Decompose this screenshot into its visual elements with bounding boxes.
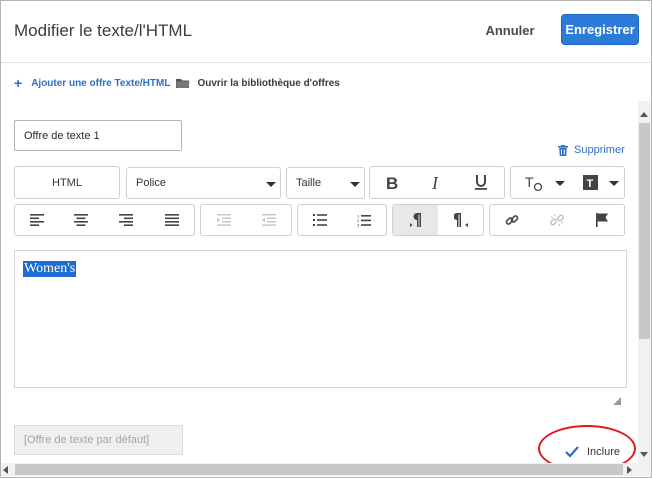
underline-button[interactable] [458, 167, 504, 198]
direction-group [392, 204, 484, 236]
save-button[interactable]: Enregistrer [561, 14, 639, 45]
outdent-icon [261, 214, 276, 226]
bold-icon: B [386, 175, 398, 191]
background-color-button[interactable]: T [573, 167, 625, 198]
scroll-down-icon[interactable] [640, 452, 648, 457]
link-icon [505, 215, 519, 225]
html-mode-button[interactable]: HTML [14, 166, 120, 199]
text-color-icon: T [525, 174, 543, 192]
align-justify-icon [164, 214, 179, 226]
html-mode-label: HTML [52, 176, 82, 189]
bold-button[interactable]: B [370, 167, 414, 198]
background-color-icon: T [583, 175, 598, 190]
align-right-icon [119, 214, 133, 226]
bullet-list-button[interactable] [298, 205, 342, 235]
chevron-down-icon [266, 182, 276, 187]
color-group: T T [510, 166, 625, 199]
svg-text:T: T [525, 174, 534, 190]
bullet-list-icon [313, 214, 327, 226]
edit-dialog: Modifier le texte/l'HTML Annuler Enregis… [0, 0, 652, 478]
offer-name-input[interactable] [14, 120, 182, 151]
paragraph-rtl-icon [453, 213, 468, 227]
alignment-group [14, 204, 195, 236]
rich-text-editor[interactable]: Women's [14, 250, 627, 388]
svg-text:I: I [431, 175, 439, 191]
flag-icon [595, 213, 608, 227]
editor-selected-text[interactable]: Women's [23, 261, 77, 277]
align-left-icon [30, 214, 44, 226]
font-dropdown-label: Police [136, 177, 166, 189]
scroll-right-icon[interactable] [627, 466, 632, 474]
indent-icon [216, 214, 231, 226]
delete-button[interactable]: Supprimer [558, 144, 625, 156]
size-dropdown-label: Taille [296, 177, 322, 189]
indent-group [200, 204, 292, 236]
size-dropdown[interactable]: Taille [286, 167, 365, 199]
justify-button[interactable] [149, 205, 194, 235]
plus-icon[interactable]: + [14, 76, 22, 90]
cancel-button[interactable]: Annuler [477, 15, 543, 45]
horizontal-scroll-thumb[interactable] [15, 464, 623, 475]
list-group: 1 2 3 [297, 204, 387, 236]
header-divider [1, 62, 651, 63]
dialog-title: Modifier le texte/l'HTML [14, 21, 193, 40]
font-dropdown[interactable]: Police [126, 167, 281, 199]
align-center-icon [74, 214, 88, 226]
folder-icon[interactable] [176, 77, 190, 89]
svg-text:B: B [386, 175, 398, 191]
scroll-up-icon[interactable] [640, 112, 648, 117]
align-center-button[interactable] [59, 205, 103, 235]
align-right-button[interactable] [103, 205, 149, 235]
delete-label: Supprimer [574, 144, 625, 156]
outdent-button[interactable] [246, 205, 291, 235]
default-offer-field[interactable]: [Offre de texte par défaut] [14, 425, 183, 455]
add-text-offer-link[interactable]: Ajouter une offre Texte/HTML [31, 78, 170, 89]
insert-link-button[interactable] [490, 205, 534, 235]
trash-icon [558, 144, 568, 156]
indent-button[interactable] [201, 205, 246, 235]
underline-icon [475, 175, 487, 190]
svg-text:T: T [587, 178, 594, 190]
italic-button[interactable]: I [414, 167, 458, 198]
text-style-group: B I [369, 166, 505, 199]
scroll-left-icon[interactable] [3, 466, 8, 474]
ltr-button[interactable] [393, 205, 438, 235]
svg-text:3: 3 [357, 222, 360, 227]
open-library-link[interactable]: Ouvrir la bibliothèque d'offres [197, 78, 339, 89]
paragraph-ltr-icon [409, 213, 421, 227]
numbered-list-icon: 1 2 3 [357, 214, 371, 227]
remove-link-button[interactable] [534, 205, 580, 235]
unlink-icon [550, 213, 564, 227]
numbered-list-button[interactable]: 1 2 3 [342, 205, 386, 235]
rtl-button[interactable] [438, 205, 483, 235]
text-color-button[interactable]: T [511, 167, 573, 198]
chevron-down-icon [350, 182, 360, 187]
italic-icon: I [431, 175, 439, 191]
link-group [489, 204, 625, 236]
anchor-button[interactable] [580, 205, 624, 235]
chevron-down-icon [555, 181, 565, 186]
resize-handle-icon[interactable] [613, 397, 621, 405]
offer-actions: + Ajouter une offre Texte/HTML Ouvrir la… [14, 76, 340, 90]
vertical-scroll-thumb[interactable] [639, 123, 650, 339]
chevron-down-icon [609, 181, 619, 186]
align-left-button[interactable] [15, 205, 59, 235]
